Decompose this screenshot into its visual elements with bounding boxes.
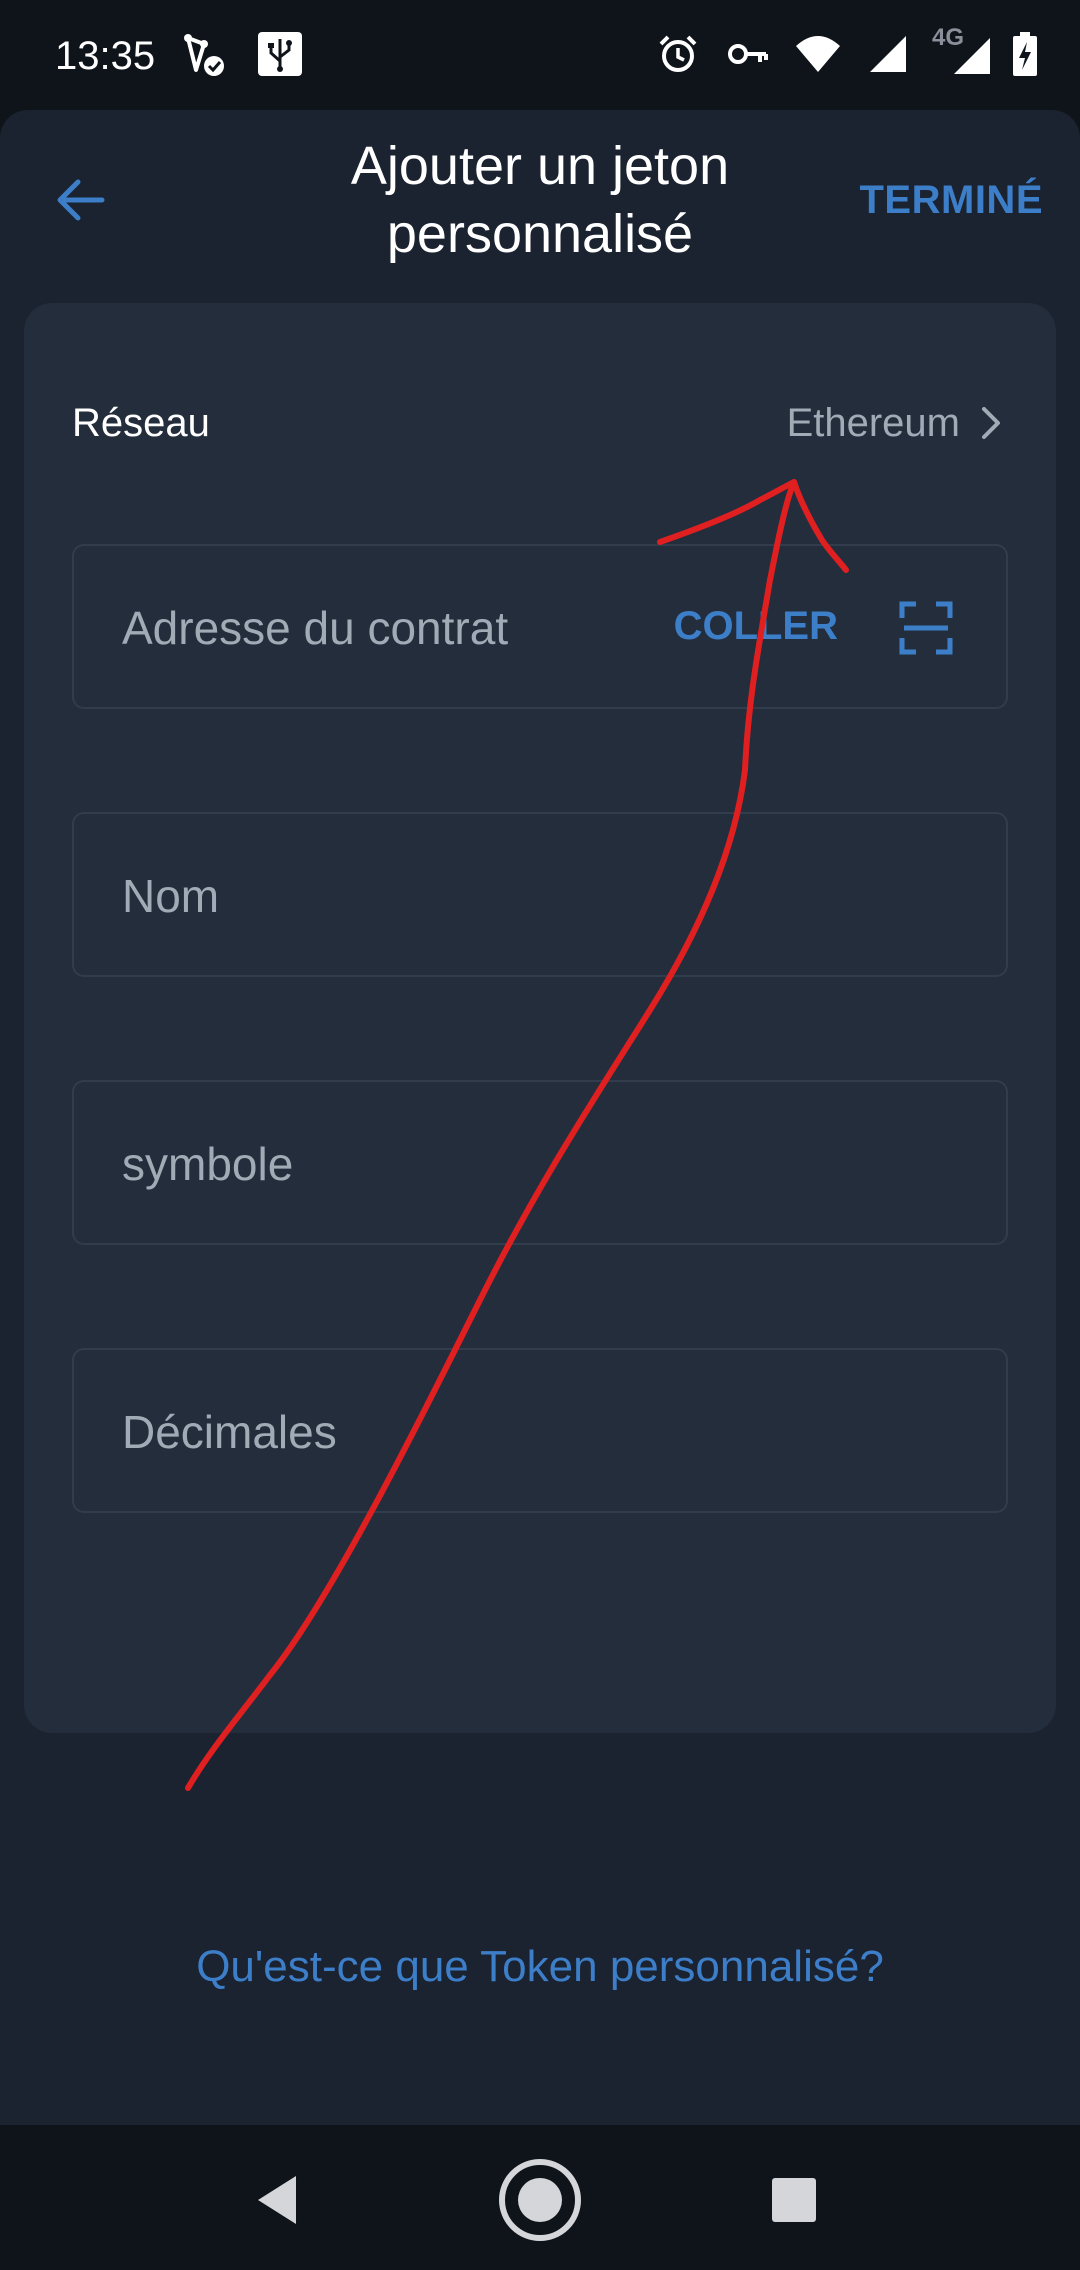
token-form-card: Réseau Ethereum COLLER bbox=[24, 303, 1056, 1733]
contract-address-field: COLLER bbox=[72, 544, 1008, 709]
symbol-input[interactable] bbox=[120, 1082, 724, 1245]
status-left-icons bbox=[180, 28, 306, 80]
nav-back-button[interactable] bbox=[230, 2150, 330, 2250]
decimals-field bbox=[72, 1348, 1008, 1513]
network-label: Réseau bbox=[72, 400, 210, 445]
network-value: Ethereum bbox=[786, 400, 960, 445]
chevron-right-icon bbox=[982, 407, 1000, 439]
signal-4g-icon: 4G bbox=[932, 24, 992, 80]
usb-icon bbox=[254, 28, 306, 80]
recents-square-icon bbox=[772, 2178, 816, 2222]
back-button[interactable] bbox=[40, 160, 120, 240]
alarm-icon bbox=[652, 28, 704, 80]
name-field bbox=[72, 812, 1008, 977]
nav-recents-button[interactable] bbox=[744, 2150, 844, 2250]
contract-address-input[interactable] bbox=[120, 546, 644, 709]
sync-check-icon bbox=[180, 28, 232, 80]
network-value-wrap: Ethereum bbox=[787, 401, 1008, 446]
back-triangle-icon bbox=[258, 2176, 296, 2224]
arrow-left-icon bbox=[57, 179, 105, 221]
screen-sheet: Ajouter un jeton personnalisé TERMINÉ Ré… bbox=[0, 110, 1080, 2125]
signal-icon bbox=[862, 28, 914, 80]
vpn-key-icon bbox=[722, 28, 774, 80]
decimals-input[interactable] bbox=[120, 1350, 724, 1513]
home-circle-icon bbox=[499, 2159, 581, 2241]
navigation-bar bbox=[0, 2125, 1080, 2270]
wifi-icon bbox=[792, 28, 844, 80]
header: Ajouter un jeton personnalisé TERMINÉ bbox=[0, 110, 1080, 300]
status-time: 13:35 bbox=[55, 34, 156, 78]
status-right-icons: 4G bbox=[652, 24, 1040, 80]
symbol-field bbox=[72, 1080, 1008, 1245]
nav-home-button[interactable] bbox=[490, 2150, 590, 2250]
custom-token-help-link[interactable]: Qu'est-ce que Token personnalisé? bbox=[0, 1942, 1080, 1992]
network-selector[interactable]: Réseau Ethereum bbox=[72, 383, 1008, 463]
name-input[interactable] bbox=[120, 814, 724, 977]
done-button[interactable]: TERMINÉ bbox=[860, 172, 1044, 228]
paste-button[interactable]: COLLER bbox=[674, 546, 838, 707]
battery-charging-icon bbox=[1010, 28, 1040, 80]
page-title: Ajouter un jeton personnalisé bbox=[350, 136, 730, 264]
status-bar: 13:35 4G bbox=[0, 0, 1080, 110]
qr-scan-icon[interactable] bbox=[898, 600, 954, 656]
